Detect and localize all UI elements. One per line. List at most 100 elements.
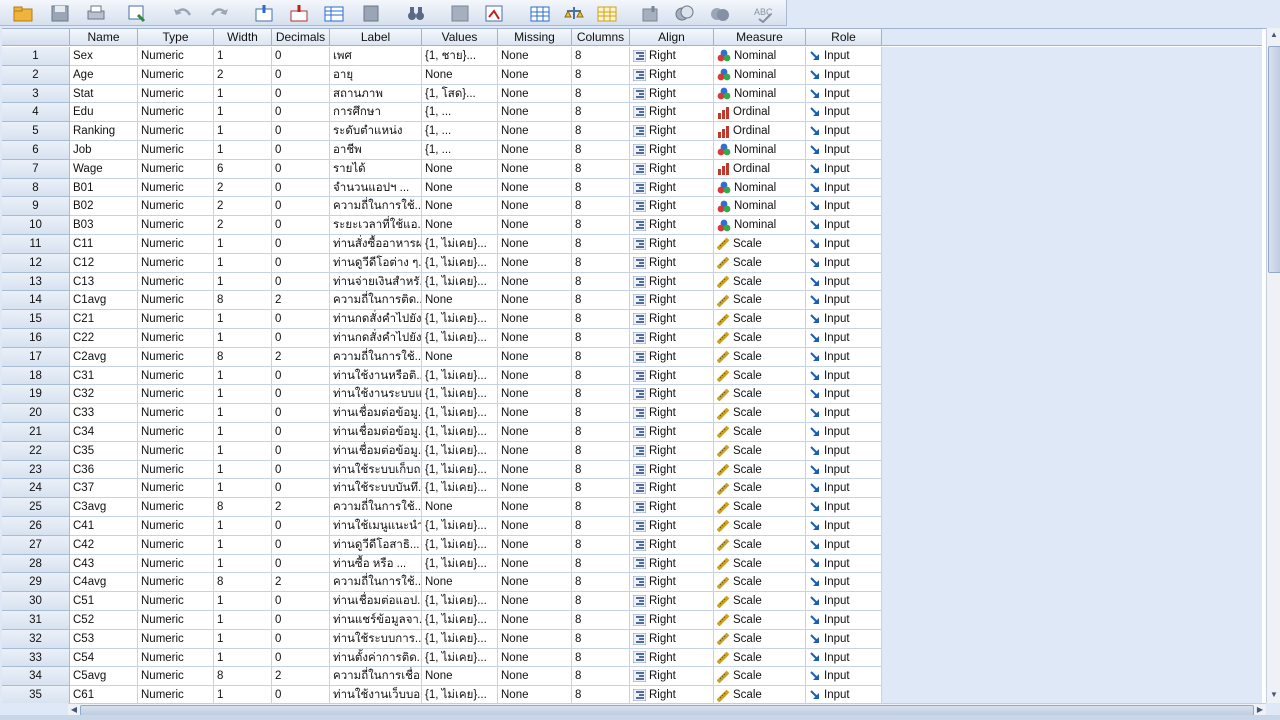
cell-columns[interactable]: 8 <box>572 479 630 499</box>
cell-values[interactable]: {1, ไม่เคย}... <box>422 441 498 461</box>
cell-decimals[interactable]: 2 <box>272 291 330 311</box>
cell-type[interactable]: Numeric <box>138 122 214 141</box>
cell-values[interactable]: None <box>422 667 498 687</box>
cell-measure[interactable]: Scale <box>714 404 806 423</box>
cell-type[interactable]: Numeric <box>138 253 214 273</box>
cell-missing[interactable]: None <box>498 422 572 442</box>
cell-label[interactable]: ท่านเชื่อมต่อข้อมู... <box>330 422 422 442</box>
cell-width[interactable]: 1 <box>214 272 272 292</box>
find-button[interactable] <box>358 1 384 24</box>
column-header-name[interactable]: Name <box>70 29 138 46</box>
cell-label[interactable]: ท่านกดสั่งคำไปยัง... <box>330 328 422 348</box>
cell-decimals[interactable]: 0 <box>272 140 330 160</box>
cell-missing[interactable]: None <box>498 291 572 311</box>
cell-missing[interactable]: None <box>498 479 572 499</box>
cell-align[interactable]: Right <box>630 366 714 386</box>
cell-measure[interactable]: Scale <box>714 648 806 668</box>
cell-type[interactable]: Numeric <box>138 159 214 179</box>
cell-name[interactable]: Ranking <box>70 122 138 141</box>
cell-decimals[interactable]: 2 <box>272 498 330 517</box>
insert-variable-button[interactable] <box>481 1 507 24</box>
cell-missing[interactable]: None <box>498 197 572 217</box>
cell-name[interactable]: C5avg <box>70 667 138 687</box>
column-header-measure[interactable]: Measure <box>714 29 806 46</box>
cell-role[interactable]: Input <box>806 629 882 649</box>
cell-type[interactable]: Numeric <box>138 234 214 254</box>
cell-width[interactable]: 8 <box>214 498 272 517</box>
cell-type[interactable]: Numeric <box>138 629 214 649</box>
cell-columns[interactable]: 8 <box>572 648 630 668</box>
vertical-scrollbar[interactable]: ▲ ▼ <box>1266 28 1280 703</box>
cell-columns[interactable]: 8 <box>572 197 630 217</box>
cell-align[interactable]: Right <box>630 573 714 593</box>
cell-type[interactable]: Numeric <box>138 347 214 367</box>
cell-values[interactable]: {1, ไม่เคย}... <box>422 535 498 555</box>
cell-decimals[interactable]: 0 <box>272 47 330 66</box>
cell-measure[interactable]: Nominal <box>714 178 806 198</box>
cell-columns[interactable]: 8 <box>572 498 630 517</box>
row-number[interactable]: 3 <box>2 84 70 104</box>
cell-columns[interactable]: 8 <box>572 554 630 574</box>
cell-label[interactable]: ท่านตั้งค่าการติด... <box>330 648 422 668</box>
cell-role[interactable]: Input <box>806 385 882 405</box>
cell-width[interactable]: 1 <box>214 328 272 348</box>
cell-type[interactable]: Numeric <box>138 648 214 668</box>
cell-columns[interactable]: 8 <box>572 65 630 85</box>
cell-width[interactable]: 1 <box>214 535 272 555</box>
cell-values[interactable]: None <box>422 197 498 217</box>
cell-name[interactable]: C52 <box>70 610 138 630</box>
cell-type[interactable]: Numeric <box>138 216 214 235</box>
row-number[interactable]: 22 <box>2 441 70 461</box>
cell-values[interactable]: {1, โสด}... <box>422 84 498 104</box>
cell-columns[interactable]: 8 <box>572 629 630 649</box>
cell-decimals[interactable]: 0 <box>272 272 330 292</box>
cell-missing[interactable]: None <box>498 535 572 555</box>
cell-width[interactable]: 1 <box>214 404 272 423</box>
cell-name[interactable]: C22 <box>70 328 138 348</box>
print-button[interactable] <box>83 1 109 24</box>
cell-columns[interactable]: 8 <box>572 310 630 329</box>
value-labels-button[interactable] <box>637 1 663 24</box>
cell-columns[interactable]: 8 <box>572 122 630 141</box>
cell-columns[interactable]: 8 <box>572 385 630 405</box>
cell-decimals[interactable]: 0 <box>272 366 330 386</box>
cell-width[interactable]: 1 <box>214 479 272 499</box>
cell-name[interactable]: C32 <box>70 385 138 405</box>
cell-type[interactable]: Numeric <box>138 328 214 348</box>
cell-values[interactable]: {1, ไม่เคย}... <box>422 592 498 611</box>
cell-type[interactable]: Numeric <box>138 610 214 630</box>
cell-decimals[interactable]: 0 <box>272 610 330 630</box>
cell-measure[interactable]: Scale <box>714 498 806 517</box>
cell-columns[interactable]: 8 <box>572 291 630 311</box>
goto-variable-button[interactable] <box>286 1 312 24</box>
cell-measure[interactable]: Nominal <box>714 47 806 66</box>
cell-columns[interactable]: 8 <box>572 159 630 179</box>
cell-align[interactable]: Right <box>630 592 714 611</box>
cell-align[interactable]: Right <box>630 516 714 536</box>
cell-width[interactable]: 8 <box>214 573 272 593</box>
cell-type[interactable]: Numeric <box>138 404 214 423</box>
row-number[interactable]: 6 <box>2 140 70 160</box>
cell-measure[interactable]: Nominal <box>714 84 806 104</box>
cell-label[interactable]: ท่านใช้ระบบการ... <box>330 629 422 649</box>
cell-measure[interactable]: Scale <box>714 610 806 630</box>
cell-width[interactable]: 1 <box>214 648 272 668</box>
cell-columns[interactable]: 8 <box>572 103 630 123</box>
cell-role[interactable]: Input <box>806 178 882 198</box>
cell-values[interactable]: None <box>422 291 498 311</box>
row-number[interactable]: 17 <box>2 347 70 367</box>
row-number[interactable]: 4 <box>2 103 70 123</box>
cell-name[interactable]: C42 <box>70 535 138 555</box>
cell-measure[interactable]: Nominal <box>714 140 806 160</box>
use-sets-button[interactable] <box>671 1 697 24</box>
cell-type[interactable]: Numeric <box>138 310 214 329</box>
cell-role[interactable]: Input <box>806 667 882 687</box>
cell-align[interactable]: Right <box>630 385 714 405</box>
cell-measure[interactable]: Scale <box>714 554 806 574</box>
cell-width[interactable]: 1 <box>214 686 272 704</box>
cell-role[interactable]: Input <box>806 291 882 311</box>
cell-decimals[interactable]: 0 <box>272 460 330 480</box>
cell-decimals[interactable]: 0 <box>272 422 330 442</box>
show-all-button[interactable] <box>707 1 733 24</box>
cell-missing[interactable]: None <box>498 648 572 668</box>
